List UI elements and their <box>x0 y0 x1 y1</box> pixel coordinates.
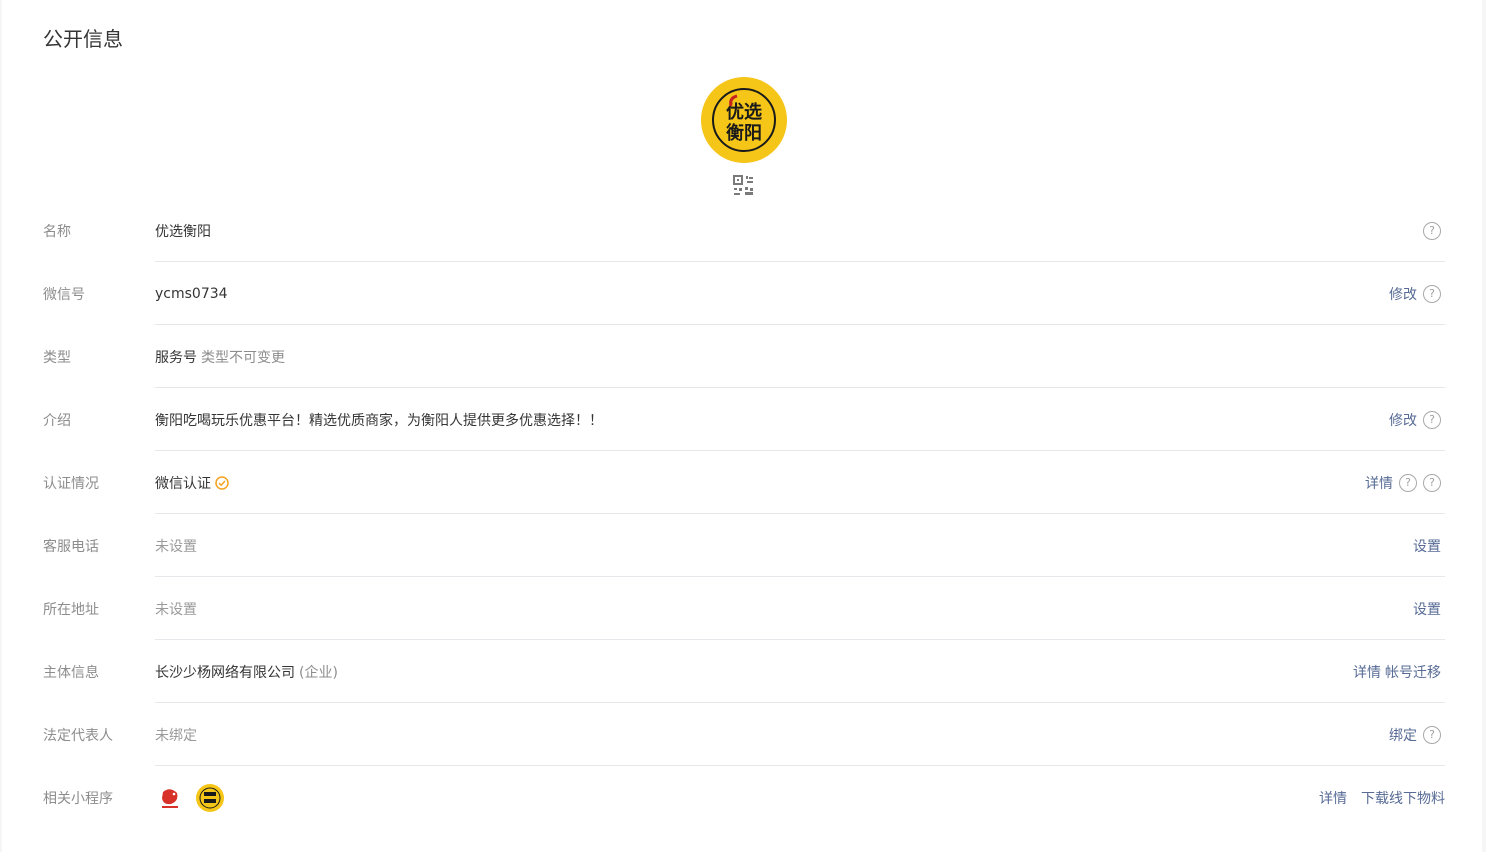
entity-note: (企业) <box>299 664 338 681</box>
verification-value: 微信认证 <box>155 475 211 492</box>
entity-label: 主体信息 <box>43 664 99 681</box>
help-icon[interactable]: ? <box>1423 221 1441 240</box>
row-wechat-id: 微信号 ycms0734 修改 ? <box>43 262 1445 325</box>
public-info-panel: 公开信息 优选 衡阳 名称 优选衡阳 ? 微信号 ycms0734 修改 ? 类… <box>2 0 1482 852</box>
set-service-phone-link[interactable]: 设置 <box>1413 536 1441 556</box>
entity-value: 长沙少杨网络有限公司 <box>155 664 295 681</box>
mini-program-logo-1[interactable] <box>155 783 185 813</box>
account-migration-link[interactable]: 帐号迁移 <box>1385 662 1441 682</box>
entity-detail-link[interactable]: 详情 <box>1353 662 1381 682</box>
help-icon[interactable]: ? <box>1423 284 1441 303</box>
verification-detail-link[interactable]: 详情 <box>1365 473 1393 493</box>
row-verification: 认证情况 微信认证 详情 ? ? <box>43 451 1445 514</box>
row-mini-programs: 相关小程序 详情 下载线下物料 <box>43 766 1445 829</box>
edit-intro-link[interactable]: 修改 <box>1389 410 1417 430</box>
verified-check-icon <box>215 475 229 490</box>
row-type: 类型 服务号 类型不可变更 <box>43 325 1445 388</box>
account-avatar: 优选 衡阳 <box>700 76 788 164</box>
intro-label: 介绍 <box>43 412 71 429</box>
legal-rep-label: 法定代表人 <box>43 727 113 744</box>
name-label: 名称 <box>43 223 71 240</box>
type-value: 服务号 <box>155 349 197 366</box>
type-label: 类型 <box>43 349 71 366</box>
address-value: 未设置 <box>155 601 197 618</box>
name-value: 优选衡阳 <box>155 223 211 240</box>
help-icon[interactable]: ? <box>1423 410 1441 429</box>
mini-programs-detail-link[interactable]: 详情 <box>1319 788 1347 808</box>
row-name: 名称 优选衡阳 ? <box>43 199 1445 262</box>
service-phone-value: 未设置 <box>155 538 197 555</box>
edit-wechat-id-link[interactable]: 修改 <box>1389 284 1417 304</box>
help-icon[interactable]: ? <box>1423 725 1441 744</box>
avatar-text-line2: 衡阳 <box>726 122 762 144</box>
intro-value: 衡阳吃喝玩乐优惠平台！精选优质商家，为衡阳人提供更多优惠选择！！ <box>155 412 603 429</box>
download-offline-materials-link[interactable]: 下载线下物料 <box>1361 788 1445 808</box>
row-intro: 介绍 衡阳吃喝玩乐优惠平台！精选优质商家，为衡阳人提供更多优惠选择！！ 修改 ? <box>43 388 1445 451</box>
wechat-id-value: ycms0734 <box>155 285 228 302</box>
qrcode-icon[interactable] <box>733 175 755 197</box>
bind-legal-rep-link[interactable]: 绑定 <box>1389 725 1417 745</box>
verification-label: 认证情况 <box>43 475 99 492</box>
mini-programs-label: 相关小程序 <box>43 790 113 807</box>
legal-rep-value: 未绑定 <box>155 727 197 744</box>
mini-program-logo-2[interactable] <box>195 783 225 813</box>
help-icon[interactable]: ? <box>1399 473 1417 492</box>
row-legal-rep: 法定代表人 未绑定 绑定 ? <box>43 703 1445 766</box>
page-title: 公开信息 <box>43 27 123 51</box>
wechat-id-label: 微信号 <box>43 286 85 303</box>
help-icon[interactable]: ? <box>1423 473 1441 492</box>
row-address: 所在地址 未设置 设置 <box>43 577 1445 640</box>
type-note: 类型不可变更 <box>201 349 285 366</box>
row-service-phone: 客服电话 未设置 设置 <box>43 514 1445 577</box>
service-phone-label: 客服电话 <box>43 538 99 555</box>
row-entity: 主体信息 长沙少杨网络有限公司 (企业) 详情 帐号迁移 <box>43 640 1445 703</box>
info-list: 名称 优选衡阳 ? 微信号 ycms0734 修改 ? 类型 服务号 类型不可变… <box>43 199 1445 829</box>
set-address-link[interactable]: 设置 <box>1413 599 1441 619</box>
address-label: 所在地址 <box>43 601 99 618</box>
